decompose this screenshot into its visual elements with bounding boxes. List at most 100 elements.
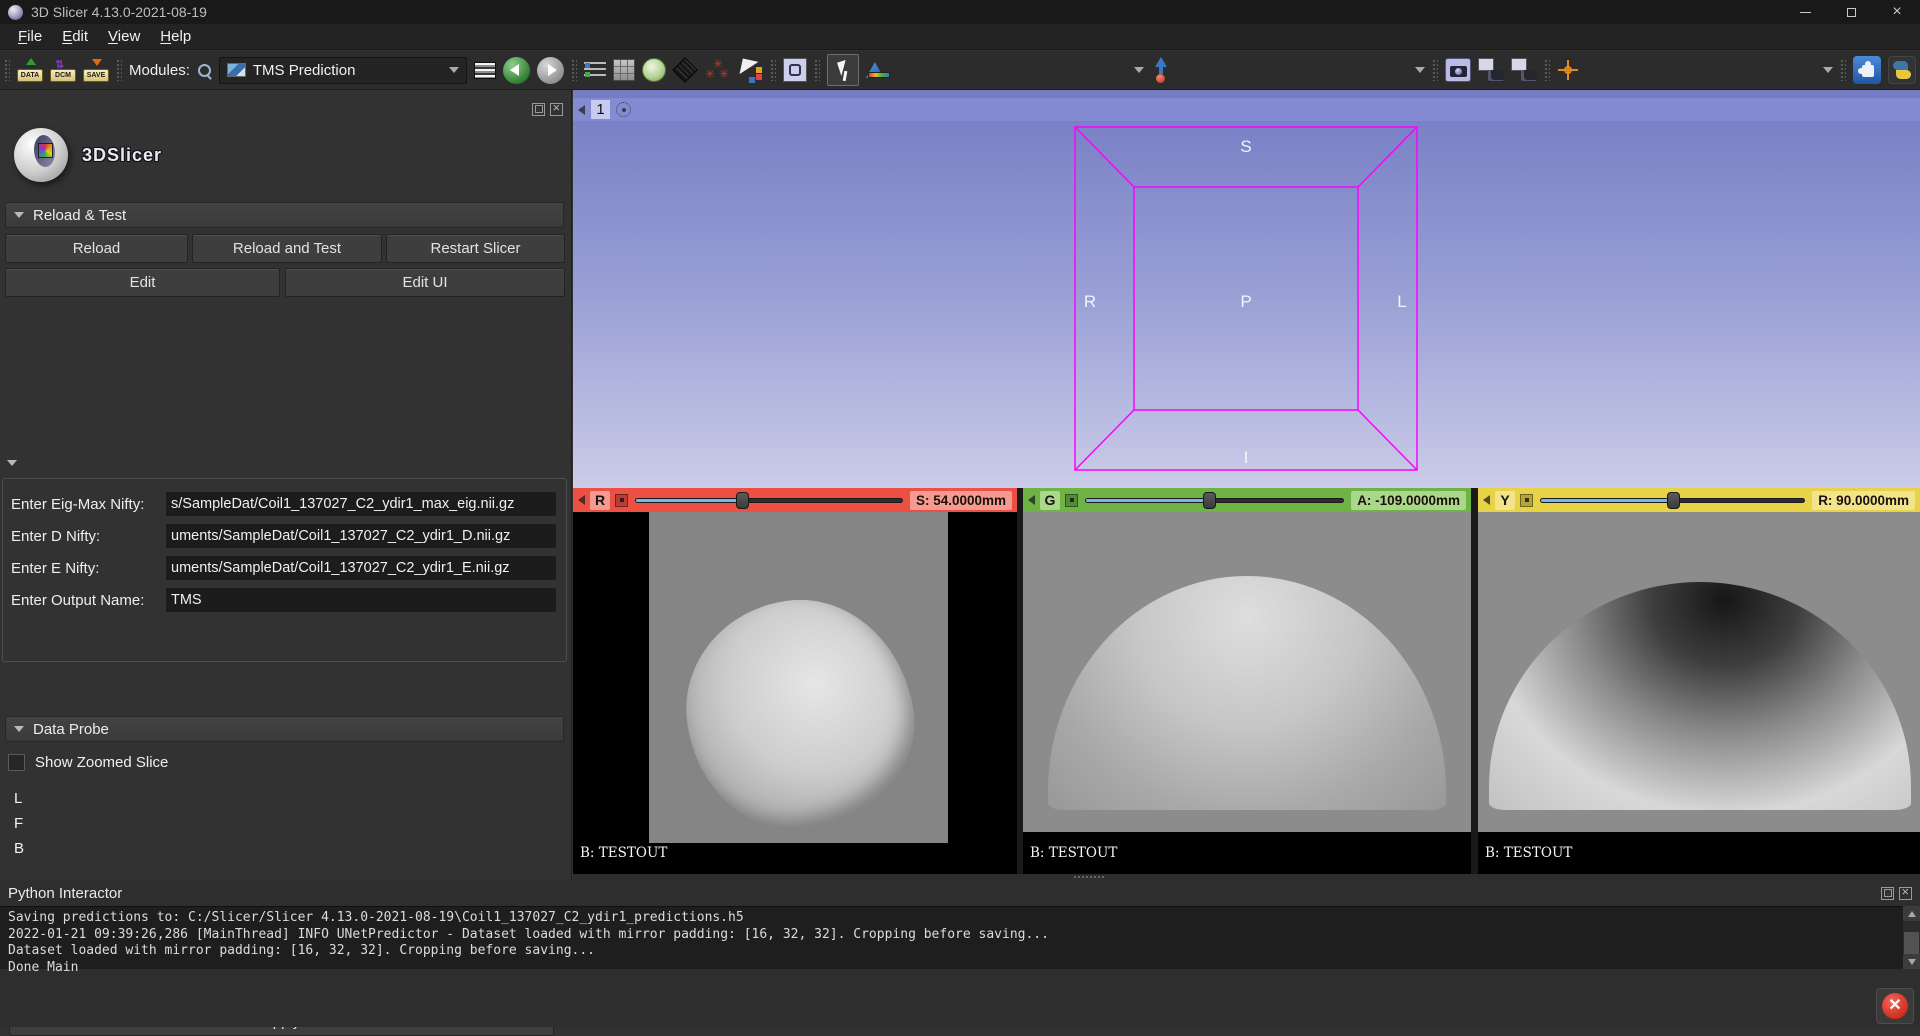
scroll-up-button[interactable] [1903, 906, 1920, 921]
show-zoomed-slice-row: Show Zoomed Slice [8, 754, 168, 771]
toolbar-grip[interactable] [4, 59, 10, 81]
toolbar-grip[interactable] [1544, 59, 1550, 81]
slice-link-icon[interactable] [1065, 494, 1078, 507]
toolbar-grip[interactable] [1840, 59, 1846, 81]
slice-link-icon[interactable] [615, 494, 628, 507]
toolbar-grip[interactable] [770, 59, 776, 81]
green-slice-offset-slider[interactable] [1083, 491, 1346, 510]
module-selector-dropdown[interactable]: TMS Prediction [219, 57, 467, 84]
show-zoomed-slice-checkbox[interactable] [8, 754, 25, 771]
dicom-button[interactable]: ⇅ DCM [50, 57, 76, 83]
toolbar-grip[interactable] [1432, 59, 1438, 81]
crosshair-center [1564, 66, 1572, 74]
title-bar: 3D Slicer 4.13.0-2021-08-19 × [0, 0, 1920, 24]
module-search-icon[interactable] [197, 63, 212, 78]
e-nifty-input[interactable]: uments/SampleDat/Coil1_137027_C2_ydir1_E… [166, 556, 556, 580]
menu-help[interactable]: Help [150, 26, 201, 47]
maximize-button[interactable] [1828, 0, 1874, 24]
toolbar-grip[interactable] [116, 59, 122, 81]
close-button[interactable]: × [1874, 0, 1920, 24]
slider-handle[interactable] [1667, 492, 1680, 509]
orientation-label-right: R [1084, 292, 1096, 312]
camera-button[interactable] [1445, 58, 1471, 82]
slicer-app: 3D Slicer 4.13.0-2021-08-19 × File Edit … [0, 0, 1920, 1027]
restart-slicer-button[interactable]: Restart Slicer [386, 234, 565, 263]
module-forward-button[interactable] [537, 57, 564, 84]
menu-file[interactable]: File [8, 26, 52, 47]
yellow-slice-offset-slider[interactable] [1538, 491, 1807, 510]
close-panel-icon[interactable] [1899, 887, 1912, 900]
models-icon[interactable] [642, 58, 666, 82]
reload-and-test-button[interactable]: Reload and Test [192, 234, 382, 263]
menu-edit[interactable]: Edit [52, 26, 98, 47]
green-slice-view[interactable]: B: TESTOUT [1023, 512, 1471, 874]
console-scrollbar[interactable] [1903, 906, 1920, 969]
back-arrow-icon [510, 64, 519, 76]
slider-handle[interactable] [736, 492, 749, 509]
d-nifty-input[interactable]: uments/SampleDat/Coil1_137027_C2_ydir1_D… [166, 524, 556, 548]
python-console-button[interactable] [1888, 56, 1916, 84]
data-folder-icon: DATA [17, 69, 43, 82]
undock-panel-icon[interactable] [1881, 887, 1894, 900]
pointer-tool-button[interactable] [827, 54, 859, 86]
red-slice-offset-slider[interactable] [633, 491, 905, 510]
minimize-button[interactable] [1782, 0, 1828, 24]
red-slice-view[interactable]: B: TESTOUT [573, 512, 1017, 874]
volume-rendering-icon[interactable] [613, 59, 635, 81]
scene-capture-button[interactable] [1511, 58, 1537, 82]
module-back-button[interactable] [503, 57, 530, 84]
collapse-triangle-icon[interactable] [7, 460, 17, 466]
save-button[interactable]: SAVE [83, 57, 109, 83]
screenshot-button[interactable] [1478, 58, 1504, 82]
pin-icon[interactable] [1028, 495, 1035, 505]
screen-capture-button[interactable] [783, 58, 807, 82]
error-log-button[interactable]: ✕ [1876, 988, 1914, 1024]
mesh-icon[interactable] [672, 57, 697, 82]
scroll-down-button[interactable] [1903, 954, 1920, 969]
reload-test-section-header[interactable]: Reload & Test [5, 202, 564, 228]
yellow-slice-view[interactable]: B: TESTOUT [1478, 512, 1920, 874]
load-data-button[interactable]: DATA [17, 57, 43, 83]
undock-panel-icon[interactable] [532, 103, 545, 116]
crosshair-button[interactable] [1557, 58, 1579, 82]
red-slice-label[interactable]: R [590, 491, 610, 510]
close-panel-icon[interactable] [550, 103, 563, 116]
module-history-button[interactable] [584, 60, 606, 80]
python-console-output[interactable]: Saving predictions to: C:/Slicer/Slicer … [0, 906, 1920, 969]
extensions-manager-button[interactable] [1853, 56, 1881, 84]
slice-link-icon[interactable] [1520, 494, 1533, 507]
output-name-input[interactable]: TMS [166, 588, 556, 612]
threed-view[interactable]: 1 S R P L I [573, 90, 1920, 488]
app-logo-icon [8, 5, 23, 20]
scrollbar-thumb[interactable] [1904, 932, 1919, 956]
red-slice-offset-value: S: 54.0000mm [910, 491, 1012, 510]
toolbar-grip[interactable] [571, 59, 577, 81]
pin-icon[interactable] [578, 495, 585, 505]
edit-button[interactable]: Edit [5, 268, 280, 297]
window-level-button[interactable] [866, 59, 890, 81]
eig-max-nifty-input[interactable]: s/SampleDat/Coil1_137027_C2_ydir1_max_ei… [166, 492, 556, 516]
module-header: 3DSlicer [14, 128, 162, 182]
pin-icon[interactable] [1483, 495, 1490, 505]
layout-selector-button[interactable] [474, 62, 496, 79]
green-slice-label[interactable]: G [1040, 491, 1060, 510]
slicer-logo-text: 3DSlicer [82, 145, 162, 166]
edit-ui-button[interactable]: Edit UI [285, 268, 565, 297]
chevron-down-icon[interactable] [1415, 67, 1425, 73]
yellow-slice-label[interactable]: Y [1495, 491, 1515, 510]
markups-pen-icon[interactable] [739, 58, 763, 82]
d-nifty-label: Enter D Nifty: [11, 528, 166, 545]
transforms-icon[interactable]: ✳✳✳ [704, 58, 732, 82]
collapse-triangle-icon [14, 726, 24, 732]
slider-handle[interactable] [1203, 492, 1216, 509]
menu-view[interactable]: View [98, 26, 150, 47]
toolbar-grip[interactable] [814, 59, 820, 81]
reload-button[interactable]: Reload [5, 234, 188, 263]
data-probe-section-header[interactable]: Data Probe [5, 716, 564, 742]
chevron-down-icon[interactable] [1134, 67, 1144, 73]
main-toolbar: DATA ⇅ DCM SAVE Modules: TMS Prediction … [0, 51, 1920, 90]
log-line: Saving predictions to: C:/Slicer/Slicer … [8, 910, 1920, 927]
place-fiducial-button[interactable] [1151, 57, 1171, 83]
chevron-down-icon[interactable] [1823, 67, 1833, 73]
section-title: Reload & Test [33, 207, 126, 224]
